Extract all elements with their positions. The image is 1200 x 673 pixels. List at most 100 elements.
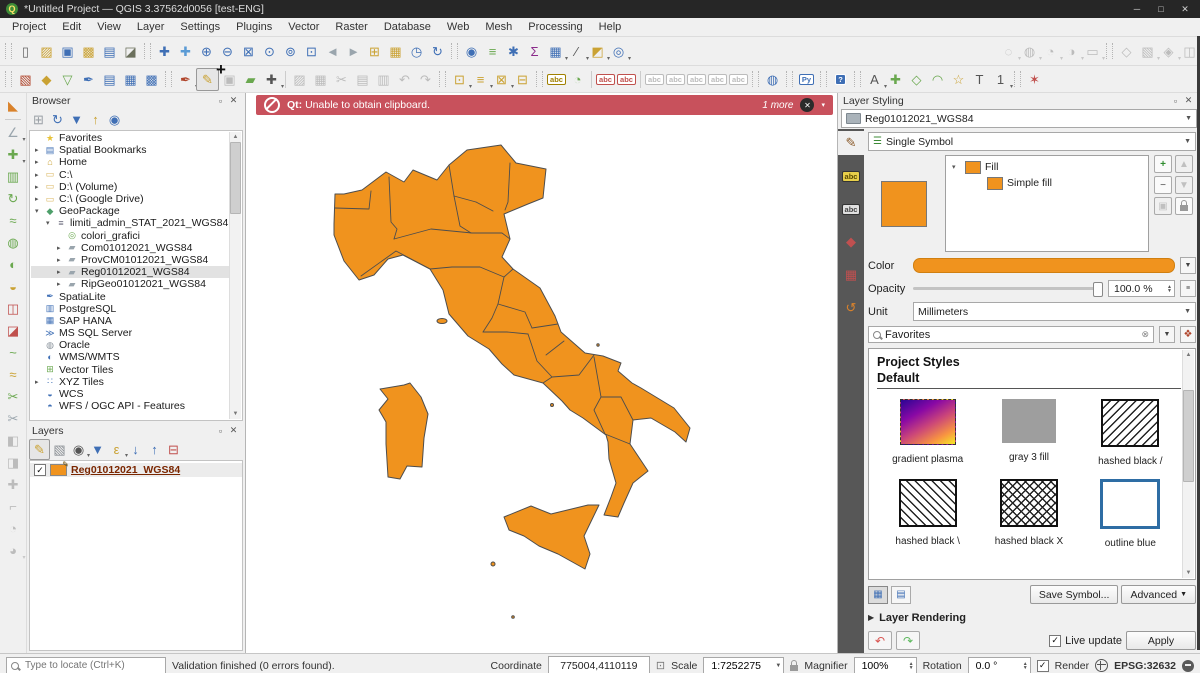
osm-place-search-icon[interactable]: ◎▾ [608,41,629,62]
open-attribute-table-icon[interactable]: ▦▾ [545,41,566,62]
masks-tab[interactable]: abc [838,197,864,221]
browser-undock-icon[interactable]: ▫ [214,96,227,106]
open-data-source-manager-icon[interactable]: ▧ [15,69,36,90]
scale-combobox[interactable]: ▼ [703,657,784,673]
delete-ring-icon[interactable]: ◫ [3,298,24,319]
labels-tab[interactable]: abc [838,164,864,188]
browser-item-favorites[interactable]: ★Favorites [31,132,230,144]
show-statistics-icon[interactable]: Σ [524,41,545,62]
pan-to-selection-icon[interactable]: ✚ [175,41,196,62]
browser-item-wms-wmts[interactable]: ◐WMS/WMTS [31,351,230,363]
symbol-layer-fill[interactable]: ▾Fill [948,159,1146,175]
symbol-type-select[interactable]: ☰ Single Symbol ▼ [868,132,1196,151]
auto-label-placement-icon[interactable]: A▾ [864,69,885,90]
browser-item-colori-grafici[interactable]: ◎colori_grafici [31,230,230,242]
advanced-button[interactable]: Advanced ▼ [1121,585,1196,604]
copy-move-feature-icon[interactable]: ▥ [3,166,24,187]
view-3d-tab[interactable]: ◆ [838,230,864,254]
select-by-value-icon[interactable]: ⊟ [512,69,533,90]
magnifier-input[interactable] [860,659,909,673]
filter-legend-icon[interactable]: ▼ [88,440,107,459]
split-features-icon[interactable]: ✂ [3,386,24,407]
deselect-features-icon[interactable]: ⊠▾ [491,69,512,90]
browser-item-geopackage[interactable]: ▾◆GeoPackage [31,205,230,217]
menu-settings[interactable]: Settings [172,20,228,34]
scroll-up-icon[interactable]: ▲ [233,132,239,142]
lock-scale-icon[interactable] [790,665,798,671]
select-features-icon[interactable]: ⊡▾ [449,69,470,90]
browser-item-home[interactable]: ▸⌂Home [31,156,230,168]
current-edits-icon[interactable]: ✒▾ [175,69,196,90]
menu-database[interactable]: Database [376,20,439,34]
crs-globe-icon[interactable] [1095,659,1108,672]
save-project-as-icon[interactable]: ▩ [78,41,99,62]
search-filter-dropdown-icon[interactable]: ▼ [1159,326,1175,343]
browser-item-reg01012021-wgs84[interactable]: ▸▰Reg01012021_WGS84 [31,266,230,278]
help-contents-icon[interactable]: ? [830,69,851,90]
clear-search-icon[interactable]: ⊗ [1141,329,1149,340]
metasearch-catalog-icon[interactable]: ◍ [762,69,783,90]
style-manager-icon[interactable]: ❖ [1180,326,1196,343]
construction-guides-icon[interactable]: ∠▾ [3,122,24,143]
new-temporary-scratch-layer-icon[interactable]: ▤ [99,69,120,90]
pan-map-icon[interactable]: ✚ [154,41,175,62]
browser-item-provcm01012021-wgs84[interactable]: ▸▰ProvCM01012021_WGS84 [31,254,230,266]
zoom-last-icon[interactable]: ◄ [322,41,343,62]
osm-plugin-icon[interactable]: ✶ [1024,69,1045,90]
refresh-browser-icon[interactable]: ↻ [48,110,67,129]
browser-item-wfs-ogc-api-features[interactable]: ◓WFS / OGC API - Features [31,400,230,412]
coordinate-input[interactable] [548,656,650,673]
menu-help[interactable]: Help [591,20,630,34]
unit-select[interactable]: Millimeters ▼ [913,302,1196,321]
remove-symbol-layer-button[interactable]: − [1154,176,1172,194]
close-button[interactable]: ✕ [1176,4,1194,15]
new-virtual-layer-icon[interactable]: ▦ [120,69,141,90]
open-layer-styling-panel-icon[interactable]: ✎ [29,439,50,460]
manage-map-themes-icon[interactable]: ◉▾ [69,440,88,459]
new-3d-map-view-icon[interactable]: ▦ [385,41,406,62]
locator-box[interactable] [6,657,166,673]
banner-more-link[interactable]: 1 more [762,100,793,111]
browser-item-wcs[interactable]: ◒WCS [31,388,230,400]
move-feature-icon[interactable]: ✚▾ [3,144,24,165]
browser-close-icon[interactable]: ✕ [227,95,240,106]
zoom-native-icon[interactable]: ⊡ [301,41,322,62]
symbology-tab[interactable]: ✎ [838,131,864,155]
add-part-icon[interactable]: ◐ [3,254,24,275]
minimize-button[interactable]: ─ [1128,4,1146,14]
highlight-pinned-labels-icon[interactable]: abc [616,69,637,90]
browser-item-spatial-bookmarks[interactable]: ▸▤Spatial Bookmarks [31,144,230,156]
identify-features-icon[interactable]: ◉ [461,41,482,62]
statistical-summary-icon[interactable]: ≡ [482,41,503,62]
simplify-feature-icon[interactable]: ≈ [3,210,24,231]
browser-item-com01012021-wgs84[interactable]: ▸▰Com01012021_WGS84 [31,242,230,254]
redo-style-button[interactable]: ↷ [896,631,920,650]
menu-vector[interactable]: Vector [280,20,327,34]
toggle-editing-icon[interactable]: ✎ [196,68,219,91]
styling-layer-select[interactable]: Reg01012021_WGS84 ▼ [841,109,1197,128]
menu-layer[interactable]: Layer [129,20,173,34]
slider-handle[interactable] [1093,282,1103,297]
opacity-spinbox[interactable]: 100.0 % ▲▼ [1108,280,1175,297]
new-shapefile-layer-icon[interactable]: ▽ [57,69,78,90]
split-parts-icon[interactable]: ✂ [3,408,24,429]
curve-label-icon[interactable]: ◠ [927,69,948,90]
vertex-tool-icon[interactable]: ✚▾ [261,69,282,90]
new-project-icon[interactable]: ▯ [15,41,36,62]
browser-item-limiti-admin-stat-2021-wgs84-gpkg[interactable]: ▾≡limiti_admin_STAT_2021_WGS84.gpkg [31,217,230,229]
collapse-all-browser-icon[interactable]: ↑ [86,110,105,129]
browser-item-xyz-tiles[interactable]: ▸∷XYZ Tiles [31,376,230,388]
color-dropdown-icon[interactable]: ▼ [1180,257,1196,274]
locator-input[interactable] [23,659,161,672]
rotation-spinbox[interactable]: ▲▼ [968,657,1031,673]
show-layout-manager-icon[interactable]: ◪ [120,41,141,62]
pin-labels-icon[interactable]: abc [595,69,616,90]
magnifier-spinbox[interactable]: ▲▼ [854,657,917,673]
crs-value[interactable]: EPSG:32632 [1114,660,1176,672]
diagrams-tab[interactable]: ▦ [838,263,864,287]
new-spatialite-layer-icon[interactable]: ✒ [78,69,99,90]
new-map-view-icon[interactable]: ⊞ [364,41,385,62]
rotate-feature-icon[interactable]: ↻ [3,188,24,209]
new-print-layout-icon[interactable]: ▤ [99,41,120,62]
remove-layer-icon[interactable]: ⊟ [164,440,183,459]
